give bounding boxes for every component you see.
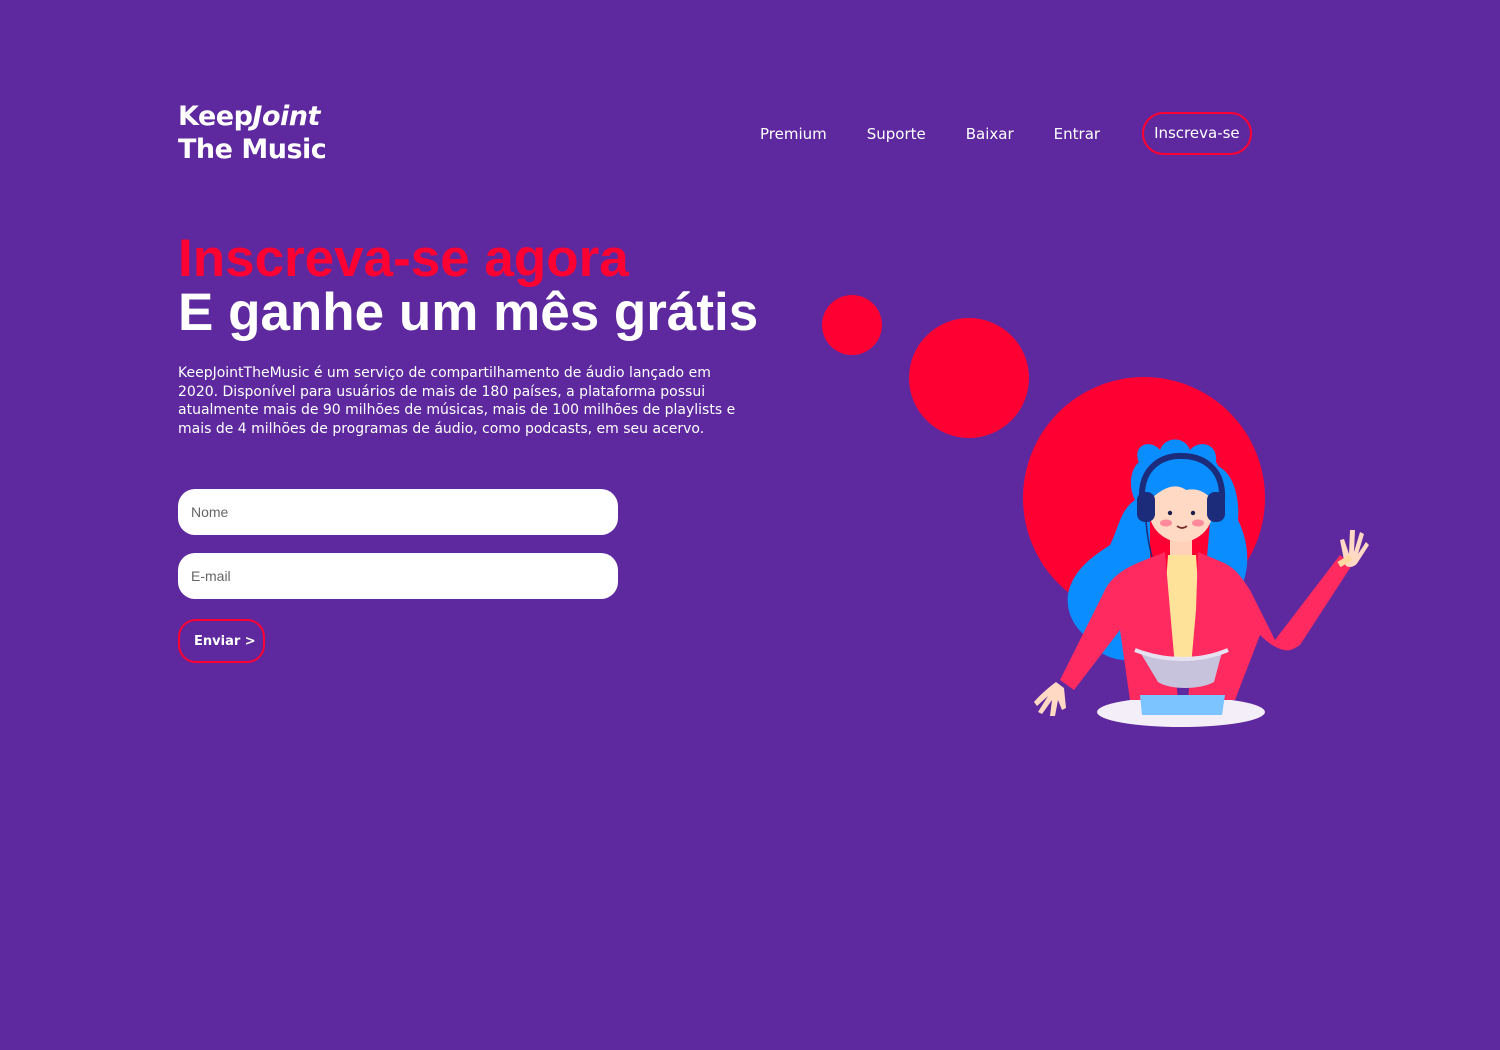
- blush-right: [1192, 519, 1204, 527]
- eye-left: [1167, 510, 1173, 516]
- name-input[interactable]: [178, 489, 618, 535]
- eye-right: [1190, 510, 1196, 516]
- nav-item-baixar[interactable]: Baixar: [966, 125, 1014, 143]
- woman-with-headphones-illustration: [1023, 377, 1369, 727]
- signup-nav-button[interactable]: Inscreva-se: [1142, 112, 1252, 155]
- hero-description: KeepJointTheMusic é um serviço de compar…: [178, 365, 736, 437]
- main-nav: Premium Suporte Baixar Entrar Inscreva-s…: [760, 112, 1252, 155]
- headphones-left-cup: [1137, 492, 1155, 522]
- brand-logo-line1: KeepJoint: [178, 101, 320, 132]
- submit-button[interactable]: Enviar >: [178, 619, 265, 663]
- blush-left: [1160, 519, 1172, 527]
- nav-item-suporte[interactable]: Suporte: [867, 125, 926, 143]
- decorative-circle-small: [822, 295, 882, 355]
- jeans: [1140, 695, 1225, 715]
- brand-logo-line2: The Music: [178, 134, 327, 165]
- nav-item-premium[interactable]: Premium: [760, 125, 827, 143]
- brand-logo[interactable]: KeepJoint The Music: [178, 100, 327, 166]
- headphones-right-cup: [1207, 492, 1225, 522]
- hero-headline: Inscreva-se agora E ganhe um mês grátis: [178, 232, 758, 340]
- hero-headline-highlight: Inscreva-se agora: [178, 229, 629, 288]
- left-hand: [1034, 682, 1066, 716]
- nav-item-entrar[interactable]: Entrar: [1054, 125, 1100, 143]
- email-input[interactable]: [178, 553, 618, 599]
- hero-headline-main: E ganhe um mês grátis: [178, 283, 759, 342]
